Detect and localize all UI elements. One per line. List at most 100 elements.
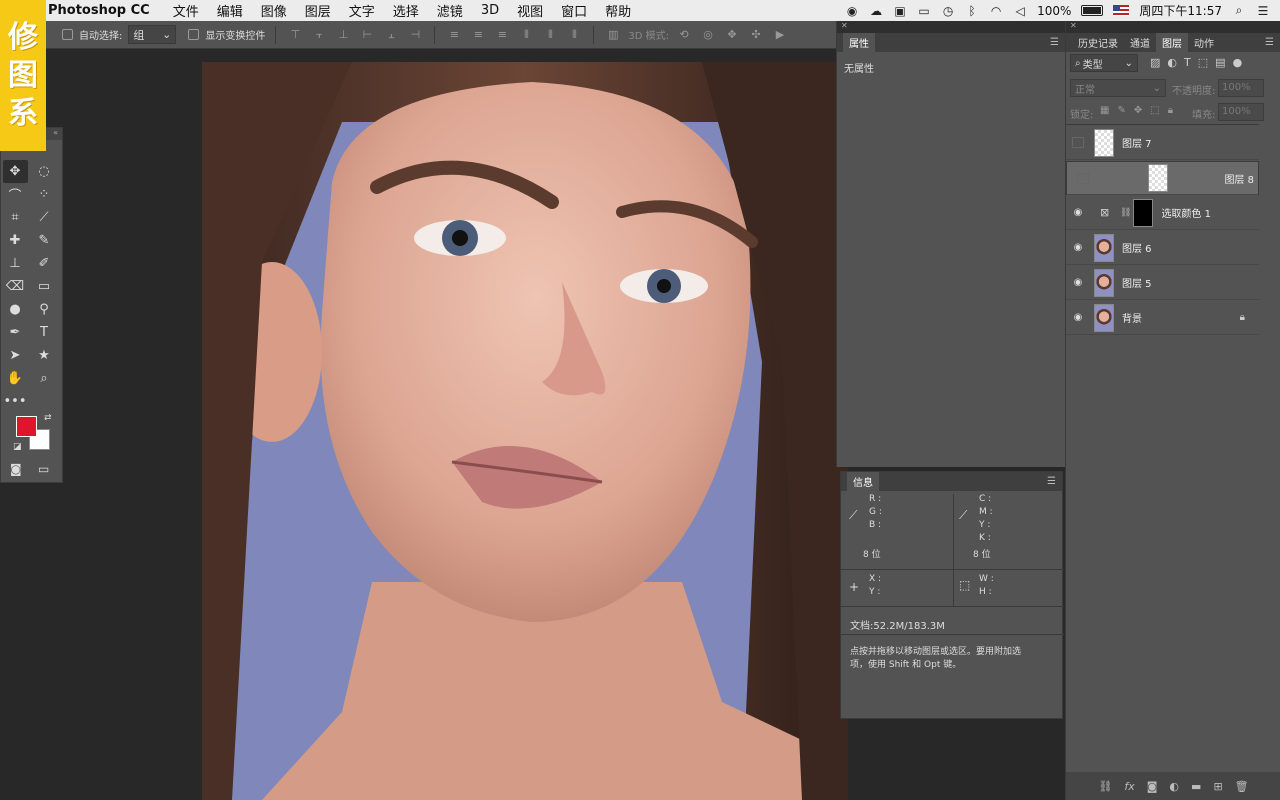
bluetooth-icon[interactable]: ᛒ	[965, 4, 979, 18]
menu-edit[interactable]: 编辑	[217, 1, 243, 20]
cloud-icon[interactable]: ☁	[869, 4, 883, 18]
move-tool-icon[interactable]: ✥	[2, 160, 28, 183]
tab-channels[interactable]: 通道	[1124, 33, 1156, 52]
screen-mode-icon[interactable]: ▭	[38, 462, 49, 476]
lock-position-icon[interactable]: ✥	[1134, 105, 1142, 116]
menu-type[interactable]: 文字	[349, 1, 375, 20]
lock-artboard-icon[interactable]: ⬚	[1150, 105, 1159, 116]
filter-type-icon[interactable]: T	[1184, 56, 1191, 69]
distribute-bottom-icon[interactable]: ≡	[495, 28, 509, 42]
foreground-color-swatch-top[interactable]	[16, 416, 37, 437]
menu-window[interactable]: 窗口	[561, 1, 587, 20]
quick-mask-icon[interactable]: ◙	[10, 462, 22, 476]
layer-name[interactable]: 图层 6	[1122, 240, 1152, 255]
distribute-hcenter-icon[interactable]: ⫴	[543, 28, 557, 42]
hand-tool-icon[interactable]: ✋	[3, 367, 28, 390]
path-select-tool-icon[interactable]: ➤	[3, 344, 28, 367]
layer-row[interactable]: 图层 7	[1066, 126, 1259, 160]
layer-kind-filter[interactable]: ⌕ 类型 ⌄	[1070, 54, 1138, 72]
eye-icon[interactable]: ◉	[1066, 242, 1090, 253]
spotlight-search-icon[interactable]: ⌕	[1232, 3, 1246, 18]
swap-colors-icon[interactable]: ⇄	[44, 413, 52, 423]
distribute-top-icon[interactable]: ≡	[447, 28, 461, 42]
panel-menu-icon[interactable]: ☰	[1265, 37, 1274, 48]
input-source-flag-icon[interactable]	[1113, 5, 1130, 16]
filter-pixel-icon[interactable]: ▨	[1150, 56, 1160, 69]
visibility-toggle-off[interactable]	[1072, 137, 1084, 148]
distribute-left-icon[interactable]: ⫴	[519, 28, 533, 42]
layer-row[interactable]: ◉ ⊠ ⛓ 选取颜色 1	[1066, 196, 1259, 230]
menu-help[interactable]: 帮助	[605, 1, 631, 20]
visibility-toggle-off[interactable]	[1077, 172, 1089, 184]
filter-toggle-icon[interactable]: ●	[1233, 56, 1243, 69]
layer-row-selected[interactable]: 图层 8	[1066, 161, 1259, 195]
opacity-input[interactable]: 100%	[1218, 79, 1264, 97]
battery-icon[interactable]	[1081, 5, 1104, 16]
close-icon[interactable]: ✕	[837, 21, 1065, 33]
close-icon[interactable]: ✕	[1066, 21, 1280, 33]
lock-paint-icon[interactable]: ✎	[1117, 105, 1125, 116]
layer-row[interactable]: ◉ 图层 5	[1066, 266, 1259, 300]
menu-select[interactable]: 选择	[393, 1, 419, 20]
layer-name[interactable]: 选取颜色 1	[1161, 205, 1211, 220]
fill-input[interactable]: 100%	[1218, 103, 1264, 121]
type-tool-icon[interactable]: T	[32, 321, 57, 344]
volume-icon[interactable]: ◁	[1013, 4, 1027, 18]
eyedropper-tool-icon[interactable]: ⟋	[32, 206, 57, 229]
layer-name[interactable]: 背景	[1122, 310, 1142, 325]
healing-brush-tool-icon[interactable]: ✚	[3, 229, 28, 252]
zoom-tool-icon[interactable]: ⌕	[32, 367, 57, 390]
eye-icon[interactable]: ◉	[1066, 277, 1090, 288]
lock-all-icon[interactable]: 🔒︎	[1168, 105, 1173, 116]
menu-view[interactable]: 视图	[517, 1, 543, 20]
lasso-tool-icon[interactable]: ⌒	[3, 183, 28, 206]
fx-icon[interactable]: fx	[1124, 780, 1134, 793]
lock-transparent-icon[interactable]: ▦	[1100, 105, 1109, 116]
align-left-icon[interactable]: ⊢	[360, 28, 374, 42]
clock[interactable]: 周四下午11:57	[1139, 2, 1222, 19]
align-top-icon[interactable]: ⊤	[288, 28, 302, 42]
quick-select-tool-icon[interactable]: ⁘	[32, 183, 57, 206]
eye-icon[interactable]: ◉	[1066, 207, 1090, 218]
link-layers-icon[interactable]: ⛓	[1098, 780, 1112, 793]
eye-icon[interactable]: ◉	[1066, 312, 1090, 323]
gradient-tool-icon[interactable]: ▭	[32, 275, 57, 298]
layer-row[interactable]: ◉ 图层 6	[1066, 231, 1259, 265]
filter-adjustment-icon[interactable]: ◐	[1167, 56, 1177, 69]
dodge-tool-icon[interactable]: ⚲	[32, 298, 57, 321]
new-layer-icon[interactable]: ⊞	[1213, 780, 1222, 793]
auto-select-dropdown[interactable]: 组 ⌄	[128, 25, 177, 44]
panel-menu-icon[interactable]: ☰	[1050, 37, 1059, 48]
time-machine-icon[interactable]: ◷	[941, 4, 955, 18]
align-bottom-icon[interactable]: ⊥	[336, 28, 350, 42]
brush-tool-icon[interactable]: ✎	[32, 229, 57, 252]
trash-icon[interactable]: 🗑︎	[1235, 780, 1249, 793]
menu-image[interactable]: 图像	[261, 1, 287, 20]
link-icon[interactable]: ⛓	[1120, 208, 1131, 218]
align-right-icon[interactable]: ⊣	[408, 28, 422, 42]
slide-3d-icon[interactable]: ✣	[749, 28, 763, 42]
auto-select-checkbox[interactable]	[62, 29, 73, 40]
default-colors-icon[interactable]: ◪	[13, 442, 22, 452]
tab-actions[interactable]: 动作	[1188, 33, 1220, 52]
blend-mode-dropdown[interactable]: 正常 ⌄	[1070, 79, 1166, 97]
tab-history[interactable]: 历史记录	[1072, 33, 1124, 52]
filter-shape-icon[interactable]: ⬚	[1198, 56, 1208, 69]
layer-name[interactable]: 图层 7	[1122, 135, 1152, 150]
canvas-image[interactable]	[202, 62, 848, 800]
roll-3d-icon[interactable]: ◎	[701, 28, 715, 42]
record-icon[interactable]: ◉	[845, 4, 859, 18]
pan-3d-icon[interactable]: ✥	[725, 28, 739, 42]
auto-align-icon[interactable]: ▥	[606, 28, 620, 42]
shape-tool-icon[interactable]: ★	[32, 344, 57, 367]
history-brush-tool-icon[interactable]: ✐	[32, 252, 57, 275]
clone-stamp-tool-icon[interactable]: ⊥	[3, 252, 28, 275]
eyedropper-cmyk-icon[interactable]: ⟋	[959, 508, 967, 523]
pen-tool-icon[interactable]: ✒	[3, 321, 28, 344]
menu-filter[interactable]: 滤镜	[437, 1, 463, 20]
new-group-icon[interactable]: ▬	[1191, 780, 1201, 793]
app-menu[interactable]: Photoshop CC	[48, 3, 150, 18]
layer-mask-thumbnail[interactable]	[1133, 198, 1154, 227]
layer-name[interactable]: 图层 5	[1122, 275, 1152, 290]
align-hcenter-icon[interactable]: ⫠	[384, 28, 398, 42]
